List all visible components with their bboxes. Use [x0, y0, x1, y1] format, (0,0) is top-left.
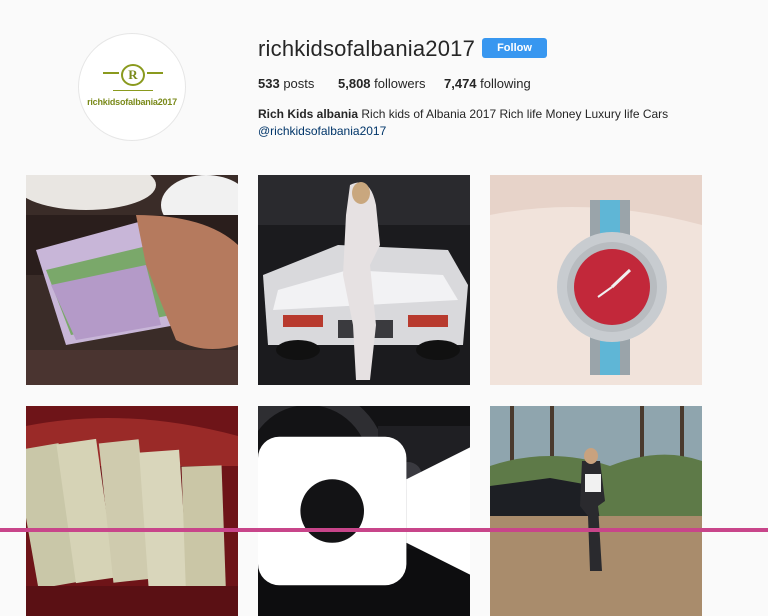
followers-label: followers	[370, 76, 426, 91]
post-image-woman-forest-car	[490, 406, 702, 616]
logo-bar-right	[147, 72, 163, 74]
followers-stat[interactable]: 5,808 followers	[338, 76, 425, 91]
post-image-rolex-watch	[490, 175, 702, 385]
video-camera-icon	[258, 436, 470, 586]
post-thumbnail[interactable]	[258, 406, 470, 616]
post-image-dollar-stacks	[26, 406, 238, 616]
profile-avatar[interactable]: R richkidsofalbania2017	[78, 33, 186, 141]
following-label: following	[476, 76, 531, 91]
following-stat[interactable]: 7,474 following	[444, 76, 531, 91]
bio-text: Rich kids of Albania 2017 Rich life Mone…	[358, 107, 669, 121]
avatar-logo-text: richkidsofalbania2017	[87, 97, 177, 107]
bio-name: Rich Kids albania	[258, 107, 359, 121]
post-image-lamborghini	[258, 175, 470, 385]
posts-count: 533	[258, 76, 280, 91]
logo-bar-left	[103, 72, 119, 74]
post-thumbnail[interactable]	[26, 175, 238, 385]
follow-button[interactable]: Follow	[482, 38, 547, 58]
logo-underline	[113, 90, 153, 91]
post-thumbnail[interactable]	[258, 175, 470, 385]
post-image-money-hand	[26, 175, 238, 385]
posts-stat: 533 posts	[258, 76, 314, 91]
bio-handle-link[interactable]: @richkidsofalbania2017	[258, 124, 386, 138]
profile-bio: Rich Kids albania Rich kids of Albania 2…	[258, 106, 738, 140]
post-thumbnail[interactable]	[490, 406, 702, 616]
following-count: 7,474	[444, 76, 477, 91]
post-thumbnail[interactable]	[26, 406, 238, 616]
bottom-accent-bar	[0, 528, 768, 532]
followers-count: 5,808	[338, 76, 371, 91]
post-thumbnail[interactable]	[490, 175, 702, 385]
profile-username: richkidsofalbania2017	[258, 36, 476, 61]
logo-letter: R	[121, 64, 145, 86]
posts-label: posts	[279, 76, 315, 91]
